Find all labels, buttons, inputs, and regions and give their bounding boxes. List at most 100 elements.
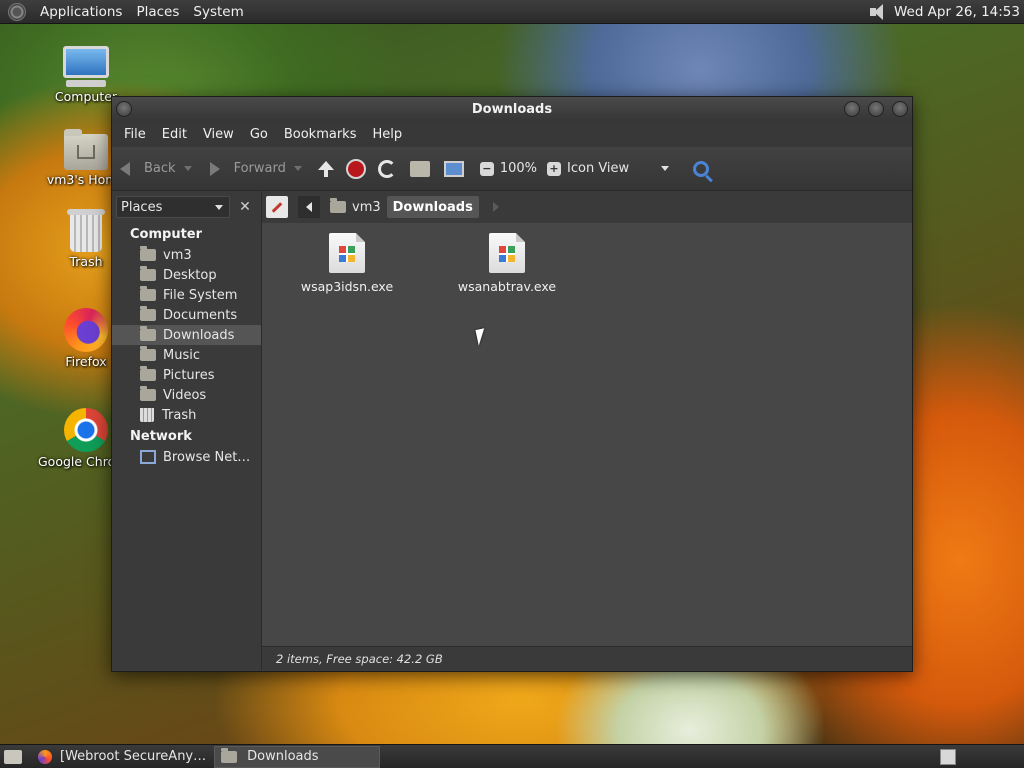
sidebar-item-label: Desktop [163,267,217,283]
maximize-button[interactable] [868,101,884,117]
show-desktop-icon[interactable] [4,749,22,764]
home-icon[interactable] [409,160,430,177]
sidebar-selector-label: Places [121,199,163,215]
volume-icon[interactable] [866,2,888,22]
forward-button[interactable]: Forward [206,161,302,176]
view-mode-select[interactable]: Icon View [567,161,670,176]
breadcrumb-downloads[interactable]: Downloads [386,196,479,218]
up-arrow-icon[interactable] [316,159,336,179]
sidebar-item-label: Browse Net… [163,449,251,465]
sidebar-item-music[interactable]: Music [112,345,261,365]
window-menu-button[interactable] [116,101,132,117]
back-history-dropdown-icon[interactable] [183,166,192,171]
sidebar-item-desktop[interactable]: Desktop [112,265,261,285]
trash-icon [140,408,154,422]
zoom-out-icon[interactable]: − [479,161,494,176]
sidebar-item-videos[interactable]: Videos [112,385,261,405]
sidebar-item-file-system[interactable]: File System [112,285,261,305]
sidebar: Places ✕ Computer vm3 Desktop File Syste… [112,191,262,670]
sidebar-item-label: Music [163,347,200,363]
menu-view[interactable]: View [195,127,242,142]
file-manager-window: Downloads File Edit View Go Bookmarks He… [111,96,913,672]
back-button[interactable]: Back [120,161,192,176]
taskbar-item-label: Downloads [247,749,319,764]
menu-system[interactable]: System [187,4,251,20]
close-sidebar-icon[interactable]: ✕ [234,196,256,218]
sidebar-item-browse-network[interactable]: Browse Net… [112,447,261,467]
file-name: wsap3idsn.exe [300,279,394,294]
network-icon [140,450,156,464]
chevron-left-icon [306,202,312,212]
sidebar-item-vm3[interactable]: vm3 [112,245,261,265]
computer-icon [38,46,134,87]
toolbar: Back Forward − 100% + Icon View [112,147,912,191]
sidebar-item-documents[interactable]: Documents [112,305,261,325]
executable-file-icon [489,233,525,273]
search-icon[interactable] [693,160,710,177]
top-panel: Applications Places System Wed Apr 26, 1… [0,0,1024,24]
zoom-in-icon[interactable]: + [547,161,562,176]
firefox-icon [38,749,52,764]
menu-places[interactable]: Places [130,4,187,20]
distro-logo-icon[interactable] [8,2,26,21]
view-mode-label: Icon View [567,161,630,176]
workspace-switcher[interactable] [940,748,956,765]
location-bar: vm3 Downloads [262,191,912,223]
executable-file-icon [329,233,365,273]
desktop-folder-icon [140,266,156,281]
breadcrumb-label: vm3 [352,199,381,215]
path-scroll-left-button[interactable] [298,196,320,218]
window-titlebar[interactable]: Downloads [112,97,912,121]
home-folder-icon [330,198,346,213]
sidebar-item-trash[interactable]: Trash [112,405,261,425]
chevron-down-icon [215,205,223,210]
menu-file[interactable]: File [116,127,154,142]
sidebar-item-downloads[interactable]: Downloads [112,325,261,345]
reload-icon[interactable] [377,159,396,178]
path-scroll-right-button[interactable] [492,202,499,212]
breadcrumb-vm3[interactable]: vm3 [324,196,387,218]
folder-icon [221,747,238,763]
file-item[interactable]: wsap3idsn.exe [292,233,402,294]
folder-icon [140,346,156,361]
sidebar-item-pictures[interactable]: Pictures [112,365,261,385]
window-title: Downloads [471,101,553,117]
taskbar-item-downloads[interactable]: Downloads [214,745,381,768]
menu-go[interactable]: Go [242,127,276,142]
file-icon-grid: wsap3idsn.exe wsanabtrav.exe [262,223,912,646]
sidebar-item-label: File System [163,287,238,303]
file-item[interactable]: wsanabtrav.exe [452,233,562,294]
menu-help[interactable]: Help [364,127,410,142]
close-button[interactable] [892,101,908,117]
sidebar-item-label: Pictures [163,367,215,383]
clock[interactable]: Wed Apr 26, 14:53 [894,4,1024,20]
computer-icon[interactable] [443,160,464,177]
forward-history-dropdown-icon[interactable] [293,166,302,171]
bottom-panel: [Webroot SecureAny… Downloads [0,744,1024,768]
drive-icon [140,286,156,301]
menubar: File Edit View Go Bookmarks Help [112,121,912,147]
back-label: Back [144,161,176,176]
sidebar-item-label: vm3 [163,247,192,263]
sidebar-group-network: Network [130,429,192,444]
folder-icon [140,306,156,321]
menu-bookmarks[interactable]: Bookmarks [276,127,365,142]
menu-applications[interactable]: Applications [34,4,130,20]
sidebar-item-label: Trash [162,407,197,423]
taskbar-item-webroot[interactable]: [Webroot SecureAny… [32,746,212,768]
minimize-button[interactable] [844,101,860,117]
breadcrumb-label: Downloads [392,199,473,215]
edit-location-icon[interactable] [266,196,288,218]
zoom-level[interactable]: 100% [500,161,537,176]
back-arrow-icon [120,161,130,176]
file-name: wsanabtrav.exe [457,279,557,294]
sidebar-header: Places ✕ [112,191,261,223]
home-folder-icon [140,246,156,261]
menu-edit[interactable]: Edit [154,127,195,142]
stop-icon[interactable] [345,158,366,179]
forward-arrow-icon [209,161,220,176]
sidebar-selector[interactable]: Places [116,196,230,218]
sidebar-item-label: Documents [163,307,238,323]
folder-icon [140,366,156,381]
sidebar-item-label: Downloads [163,327,235,343]
